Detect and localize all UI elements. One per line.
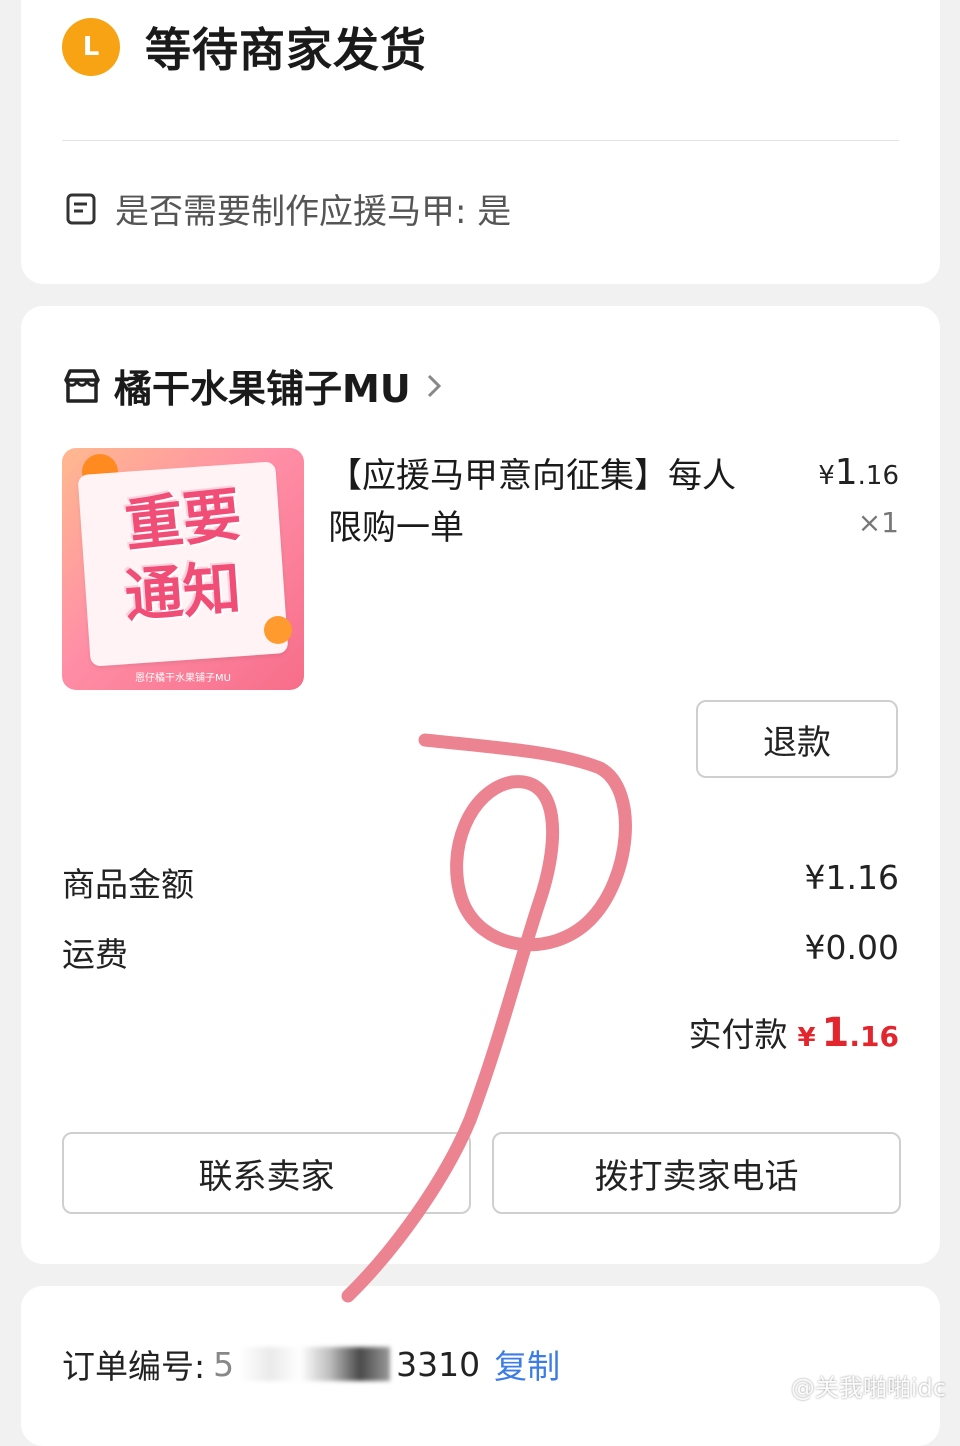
price-decimal: .16 [857,461,899,491]
total-currency-symbol: ¥ [797,1023,816,1053]
order-status-card: L 等待商家发货 是否需要制作应援马甲: 是 [21,0,940,284]
shipping-value: ¥0.00 [804,928,899,967]
currency-symbol: ¥ [818,461,835,491]
order-note: 是否需要制作应援马甲: 是 [115,192,512,232]
order-number-card: 订单编号: 5 3310 复制 [21,1286,940,1446]
shop-name: 橘干水果铺子MU [114,367,411,411]
total-decimal: .16 [849,1020,899,1053]
orange-decoration [264,616,292,644]
goods-amount-value: ¥1.16 [804,858,899,897]
shipping-label: 运费 [62,935,128,974]
product-quantity: ×1 [857,506,899,539]
order-number-suffix: 3310 [396,1344,481,1384]
total-paid-row: 实付款 ¥ 1 .16 [688,1008,899,1056]
copy-order-number-button[interactable]: 复制 [494,1340,560,1388]
order-number-prefix: 5 [213,1344,235,1384]
contact-seller-button[interactable]: 联系卖家 [62,1132,471,1214]
order-number-row: 订单编号: 5 3310 复制 [62,1340,560,1388]
product-price: ¥1.16 [818,452,899,493]
divider [62,140,899,141]
shop-link[interactable]: 橘干水果铺子MU [62,358,445,413]
order-detail-card: 橘干水果铺子MU 重要 通知 恩仔橘干水果铺子MU 【应援马甲意向征集】每人限购… [21,306,940,1264]
product-thumbnail[interactable]: 重要 通知 恩仔橘干水果铺子MU [62,448,304,690]
store-icon [64,368,100,403]
goods-amount-label: 商品金额 [62,865,194,904]
thumbnail-footer: 恩仔橘干水果铺子MU [135,673,231,684]
price-integer: 1 [834,452,858,493]
note-icon [66,193,96,225]
redacted-order-number [240,1347,391,1381]
call-seller-button[interactable]: 拨打卖家电话 [492,1132,901,1214]
chevron-right-icon [427,374,441,397]
status-clock-icon: L [62,18,120,76]
refund-button[interactable]: 退款 [696,700,898,778]
order-number-label: 订单编号: [62,1347,206,1386]
total-paid-label: 实付款 [688,1015,788,1054]
watermark: @关我啪啪idc [790,1374,946,1402]
goods-amount-row: 商品金额 ¥1.16 [62,858,899,906]
shipping-row: 运费 ¥0.00 [62,928,899,976]
product-title[interactable]: 【应援马甲意向征集】每人限购一单 [328,450,738,554]
total-integer: 1 [821,1010,850,1056]
order-status-title: 等待商家发货 [145,23,427,77]
